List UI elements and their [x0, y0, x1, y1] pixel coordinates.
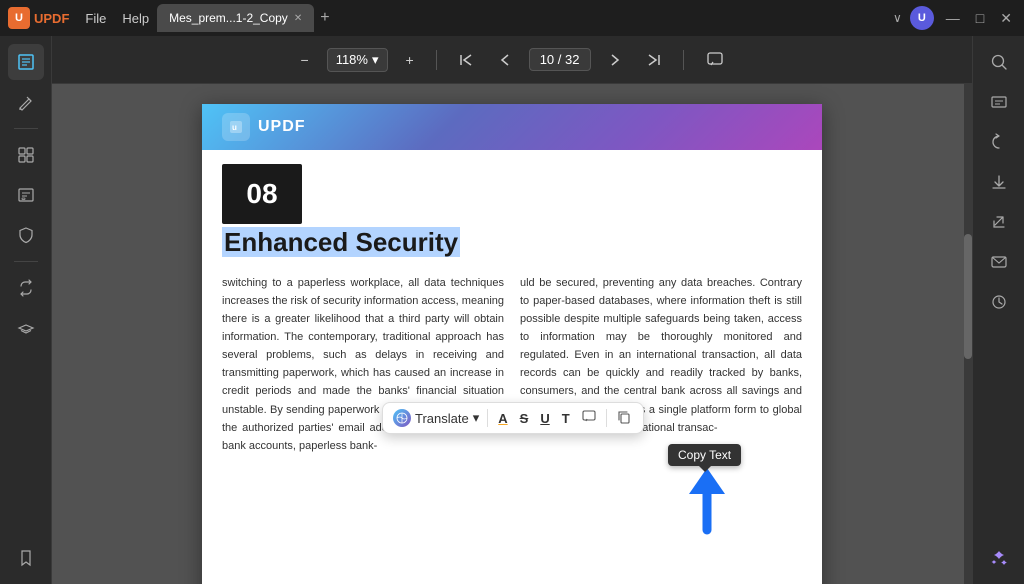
main-layout: − 118% ▾ + 10 / 32 — [0, 36, 1024, 584]
first-page-button[interactable] — [453, 49, 479, 71]
translate-button[interactable]: Translate ▾ — [393, 409, 479, 427]
blue-arrow — [689, 466, 725, 541]
current-page[interactable]: 10 — [540, 52, 554, 67]
titlebar-right: ∨ U — □ ✕ — [893, 6, 1016, 30]
help-menu[interactable]: Help — [122, 11, 149, 26]
tab-bar: Mes_prem...1-2_Copy ✕ + — [157, 4, 885, 32]
user-avatar[interactable]: U — [910, 6, 934, 30]
tab-close-button[interactable]: ✕ — [294, 13, 302, 24]
sidebar-icon-annotate[interactable] — [8, 84, 44, 120]
minimize-button[interactable]: — — [942, 10, 964, 26]
zoom-level: 118% — [336, 52, 368, 67]
prev-page-button[interactable] — [491, 49, 517, 71]
highlight-icon[interactable]: A — [496, 411, 509, 426]
chevron-down-icon[interactable]: ∨ — [893, 11, 902, 25]
sidebar-icon-organize[interactable] — [8, 137, 44, 173]
sidebar-icon-convert[interactable] — [8, 270, 44, 306]
pdf-header-banner: u UPDF — [202, 104, 822, 150]
right-sidebar-bottom — [981, 540, 1017, 576]
comment-toolbar-icon[interactable] — [580, 410, 598, 427]
toolbar-separator — [436, 50, 437, 70]
right-share-icon[interactable] — [981, 204, 1017, 240]
translate-chevron-icon[interactable]: ▾ — [473, 410, 480, 426]
add-tab-button[interactable]: + — [320, 9, 329, 27]
next-page-button[interactable] — [603, 49, 629, 71]
ft-separator-1 — [487, 409, 488, 427]
menu-bar: File Help — [85, 11, 149, 26]
text-icon[interactable]: T — [560, 411, 572, 426]
zoom-out-button[interactable]: − — [295, 48, 315, 72]
sidebar-icon-protect[interactable] — [8, 217, 44, 253]
sidebar-icon-bookmark[interactable] — [8, 540, 44, 576]
pdf-title: Enhanced Security — [222, 227, 460, 257]
comment-button[interactable] — [700, 47, 730, 73]
copy-text-tooltip: Copy Text — [668, 444, 741, 466]
svg-text:u: u — [232, 123, 237, 132]
sidebar-bottom — [8, 540, 44, 576]
page-display: 10 / 32 — [529, 48, 591, 71]
toolbar: − 118% ▾ + 10 / 32 — [52, 36, 972, 84]
scrollbar-thumb[interactable] — [964, 234, 972, 359]
right-rotate-icon[interactable] — [981, 124, 1017, 160]
updf-banner-title: UPDF — [258, 118, 306, 136]
right-search-icon[interactable] — [981, 44, 1017, 80]
file-menu[interactable]: File — [85, 11, 106, 26]
sidebar-icon-form[interactable] — [8, 177, 44, 213]
last-page-button[interactable] — [641, 49, 667, 71]
sidebar-right — [972, 36, 1024, 584]
strikethrough-icon[interactable]: S — [518, 411, 531, 426]
scrollbar-track[interactable] — [964, 84, 972, 584]
pdf-page: u UPDF 08 Enhanced Security — [202, 104, 822, 584]
tab-title: Mes_prem...1-2_Copy — [169, 11, 288, 25]
translate-label: Translate — [415, 411, 469, 426]
maximize-button[interactable]: □ — [972, 10, 988, 26]
zoom-in-button[interactable]: + — [400, 48, 420, 72]
sidebar-divider — [14, 128, 38, 129]
right-mail-icon[interactable] — [981, 244, 1017, 280]
right-ai-icon[interactable] — [981, 540, 1017, 576]
active-tab[interactable]: Mes_prem...1-2_Copy ✕ — [157, 4, 314, 32]
zoom-chevron[interactable]: ▾ — [372, 52, 379, 68]
floating-toolbar: Translate ▾ A S U T — [382, 402, 644, 434]
underline-icon[interactable]: U — [538, 411, 551, 426]
sidebar-divider-2 — [14, 261, 38, 262]
logo-icon: U — [8, 7, 30, 29]
pdf-viewport[interactable]: u UPDF 08 Enhanced Security — [52, 84, 972, 584]
right-ocr-icon[interactable] — [981, 84, 1017, 120]
right-history-icon[interactable] — [981, 284, 1017, 320]
copy-icon[interactable] — [615, 410, 633, 427]
page-separator: / — [558, 52, 565, 67]
right-extract-icon[interactable] — [981, 164, 1017, 200]
app-logo: U UPDF — [8, 7, 69, 29]
sidebar-icon-layers[interactable] — [8, 310, 44, 346]
translate-icon — [393, 409, 411, 427]
total-pages: 32 — [565, 52, 579, 67]
titlebar: U UPDF File Help Mes_prem...1-2_Copy ✕ +… — [0, 0, 1024, 36]
ft-separator-2 — [606, 409, 607, 427]
updf-banner-logo: u — [222, 113, 250, 141]
content-area: u UPDF 08 Enhanced Security — [52, 84, 972, 584]
zoom-display: 118% ▾ — [327, 48, 388, 72]
sidebar-icon-edit[interactable] — [8, 44, 44, 80]
sidebar-left — [0, 36, 52, 584]
toolbar-separator-2 — [683, 50, 684, 70]
app-name: UPDF — [34, 11, 69, 26]
close-button[interactable]: ✕ — [996, 10, 1016, 27]
